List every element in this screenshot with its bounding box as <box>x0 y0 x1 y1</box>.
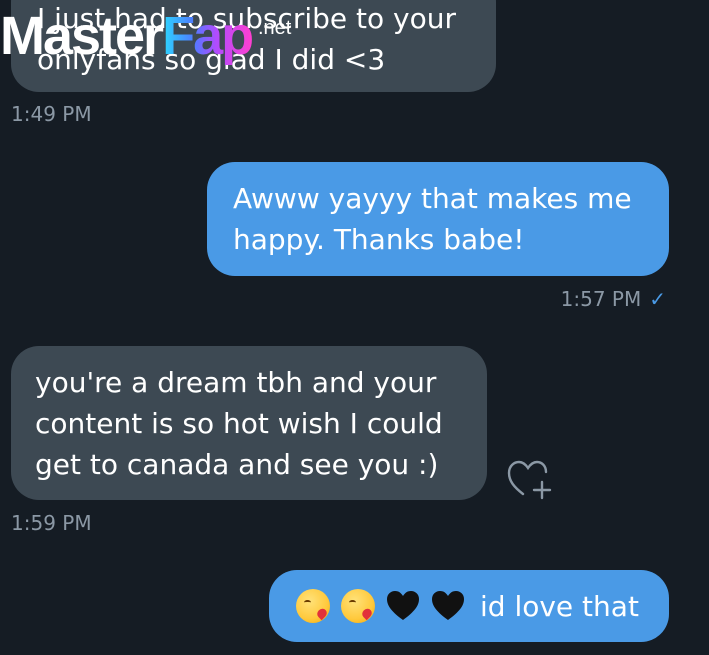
watermark-logo: MasterFap .net <box>0 6 291 66</box>
message-text: you're a dream tbh and your content is s… <box>35 366 443 481</box>
message-timestamp: 1:49 PM <box>11 102 92 126</box>
checkmark-icon: ✓ <box>649 287 666 311</box>
message-timestamp: 1:57 PM <box>560 287 642 311</box>
message-timestamp: 1:59 PM <box>11 511 92 535</box>
message-timestamp-row: 1:57 PM ✓ <box>561 287 666 311</box>
kissing-heart-emoji <box>341 589 375 623</box>
kissing-heart-emoji <box>296 589 330 623</box>
incoming-message-bubble[interactable]: you're a dream tbh and your content is s… <box>11 346 487 500</box>
message-text: id love that <box>480 589 639 623</box>
black-heart-emoji <box>431 589 465 623</box>
black-heart-emoji <box>386 589 420 623</box>
heart-plus-icon[interactable] <box>506 458 552 500</box>
outgoing-message-bubble[interactable]: Awww yayyy that makes me happy. Thanks b… <box>207 162 669 276</box>
watermark-suffix: .net <box>258 17 292 39</box>
outgoing-message-bubble[interactable]: id love that <box>269 570 669 642</box>
watermark-text-fap: Fap <box>162 6 254 66</box>
message-text: Awww yayyy that makes me happy. Thanks b… <box>233 182 632 256</box>
watermark-text-master: Master <box>0 6 164 66</box>
dm-conversation: I just had to subscribe to your onlyfans… <box>0 0 709 655</box>
